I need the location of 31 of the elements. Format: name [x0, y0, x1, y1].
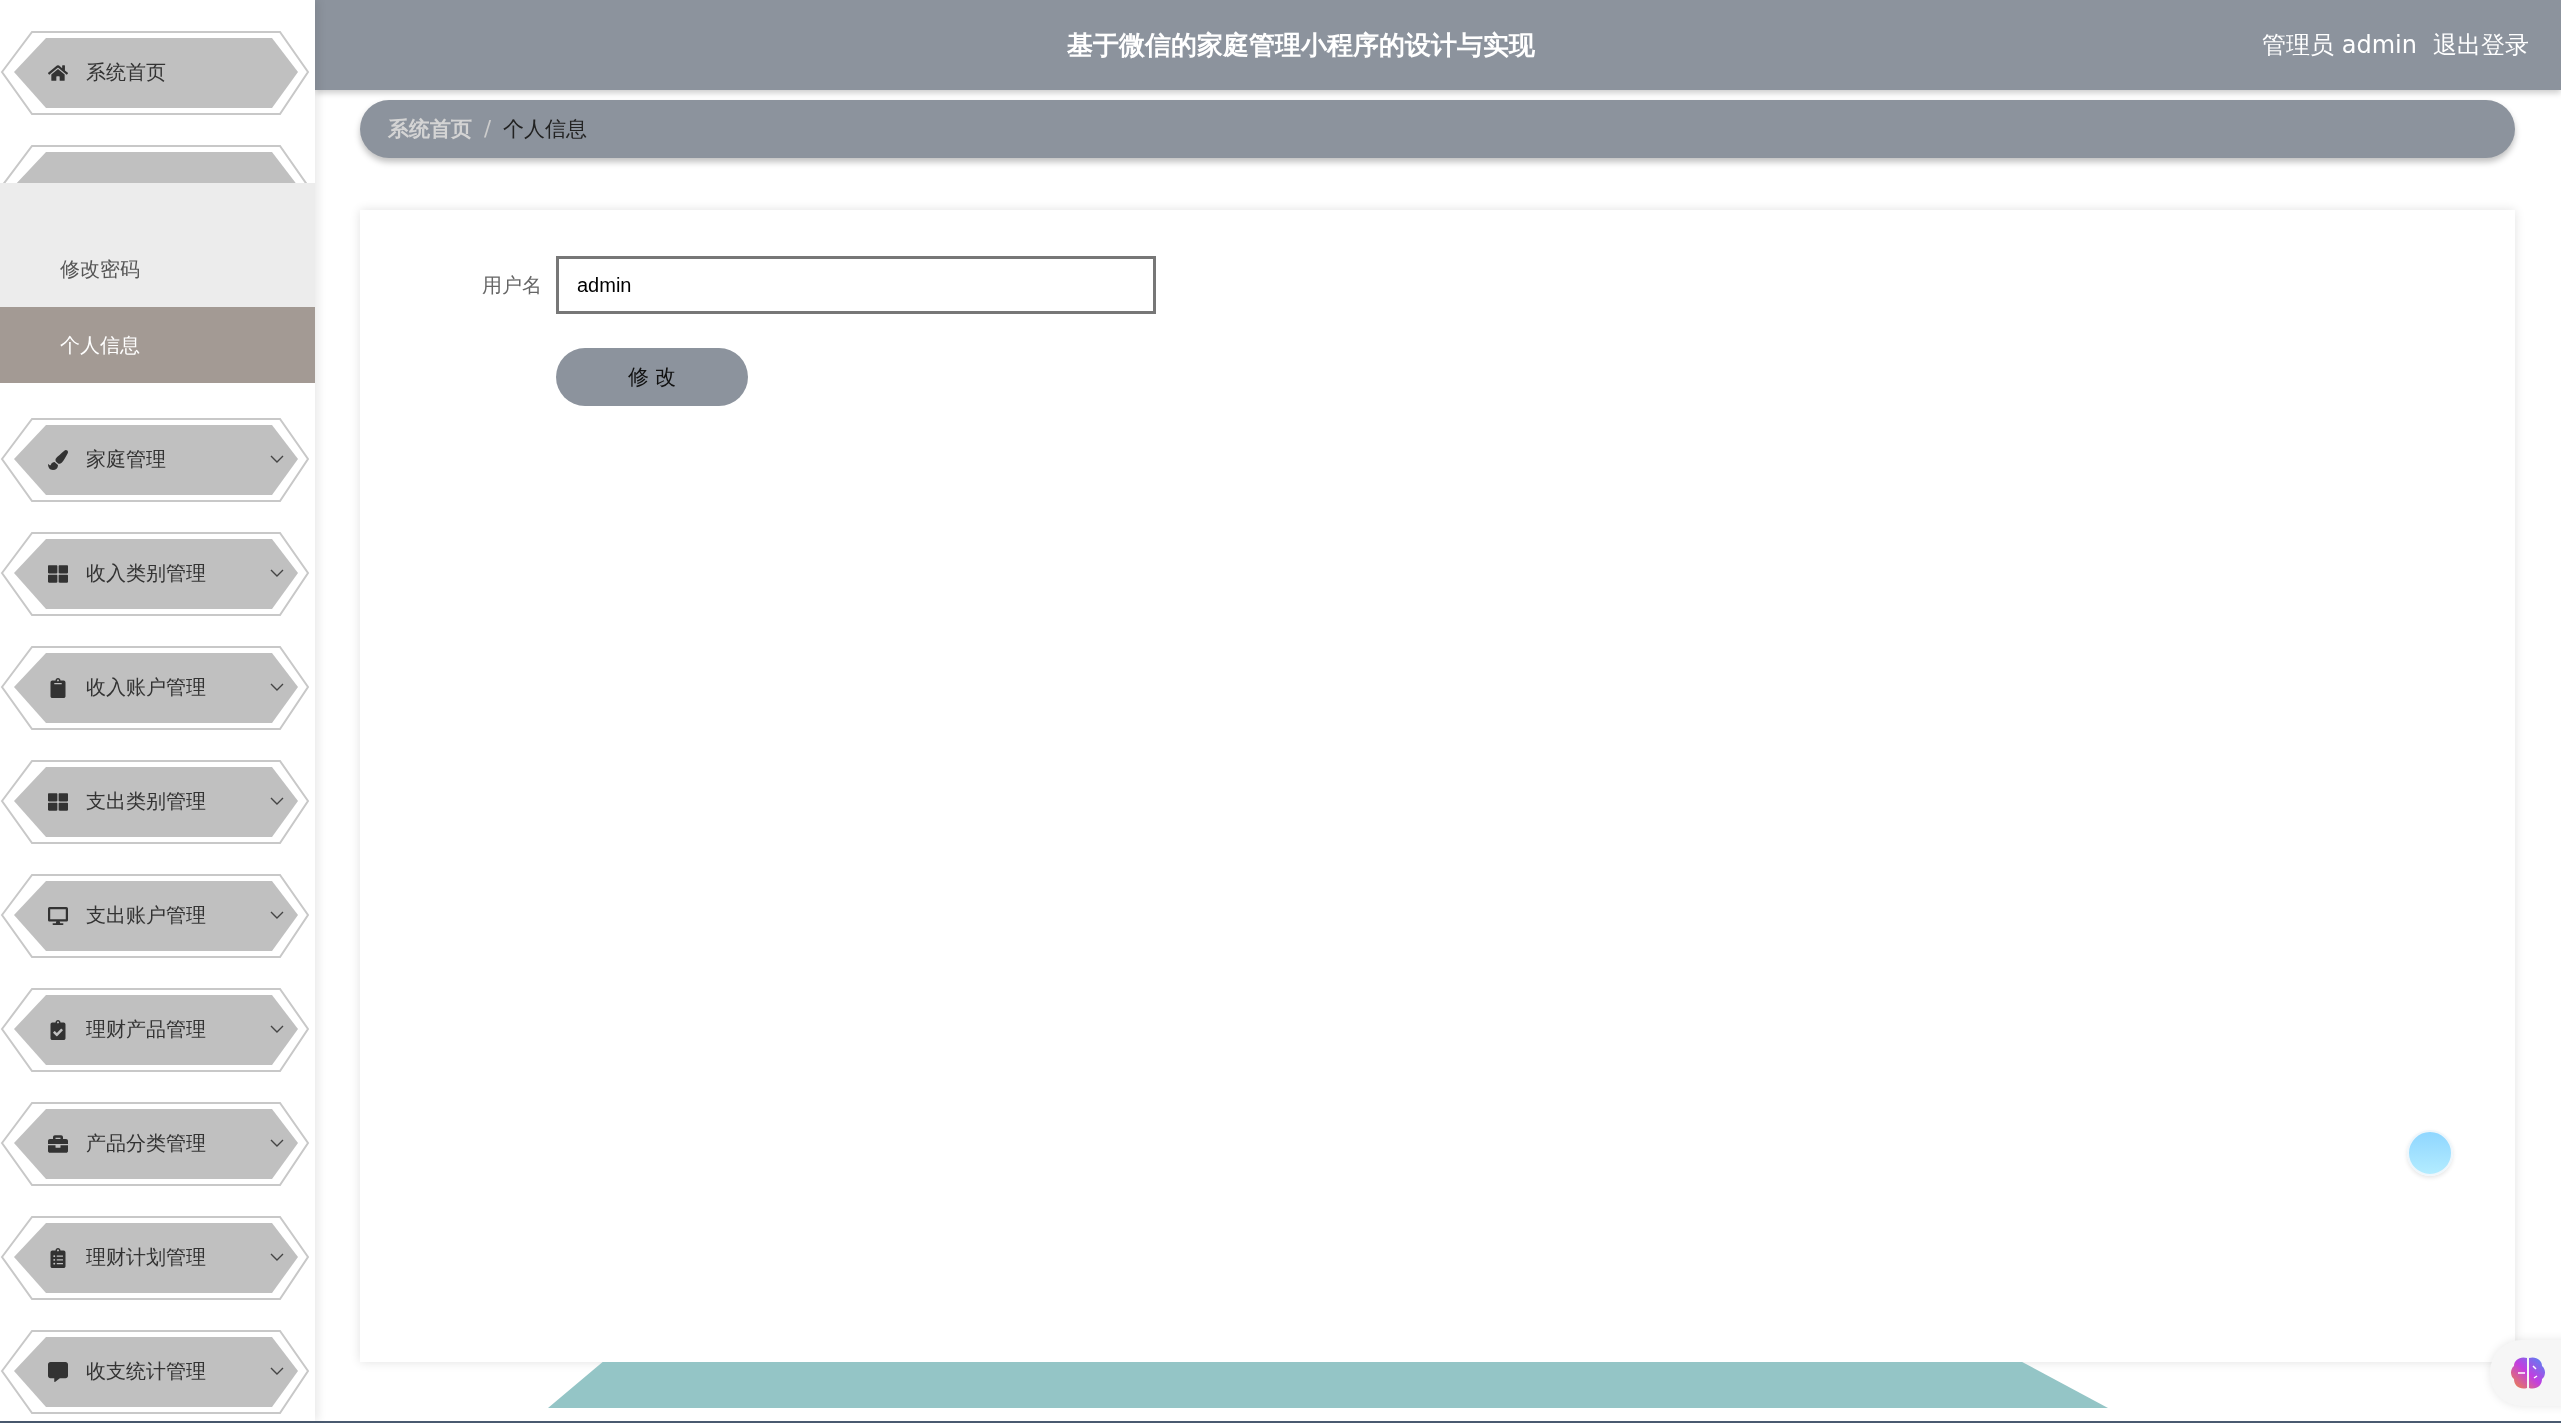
breadcrumb-separator: / — [484, 117, 492, 141]
sidebar-item[interactable]: 收支统计管理 — [0, 1329, 310, 1414]
sidebar-item[interactable]: 收入类别管理 — [0, 531, 310, 616]
sidebar-item[interactable]: 理财产品管理 — [0, 987, 310, 1072]
sidebar-item[interactable]: 理财计划管理 — [0, 1215, 310, 1300]
assistant-button[interactable] — [2490, 1340, 2561, 1406]
breadcrumb-link[interactable]: 个人信息 — [503, 115, 588, 143]
sidebar-item[interactable]: 收入账户管理 — [0, 645, 310, 730]
grid-icon — [48, 563, 68, 584]
user-name: 管理员 admin — [2262, 30, 2417, 61]
sidebar-item[interactable]: 支出账户管理 — [0, 873, 310, 958]
clipboard-icon — [48, 1247, 68, 1268]
brain-icon — [2510, 1356, 2546, 1390]
sidebar-item[interactable]: 系统首页 — [0, 30, 310, 115]
username-field[interactable]: admin — [556, 256, 1156, 314]
clipboard-icon — [48, 677, 68, 698]
home-icon — [48, 62, 68, 83]
sidebar-item[interactable]: 支出类别管理 — [0, 759, 310, 844]
clipboard-check-icon — [48, 1019, 68, 1040]
sidebar-item[interactable] — [0, 144, 310, 183]
sidebar-item[interactable]: 家庭管理 — [0, 417, 310, 502]
sidebar-item[interactable]: 产品分类管理 — [0, 1101, 310, 1186]
submenu-item[interactable]: 修改密码 — [0, 231, 315, 307]
briefcase-icon — [48, 1133, 68, 1154]
grid-icon — [48, 791, 68, 812]
monitor-icon — [48, 905, 68, 926]
app-title: 基于微信的家庭管理小程序的设计与实现 — [1065, 28, 1536, 62]
chat-icon — [48, 1361, 68, 1382]
brush-icon — [48, 449, 68, 470]
submit-button[interactable]: 修 改 — [556, 348, 748, 406]
field-label: 用户名 — [481, 271, 543, 299]
